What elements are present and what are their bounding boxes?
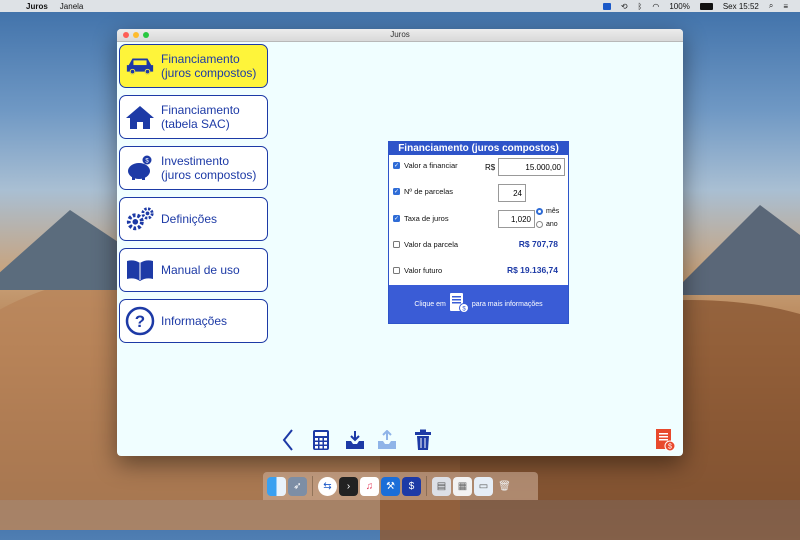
launchpad-icon[interactable]: ➶ (288, 476, 307, 496)
teamviewer-icon[interactable]: ⇆ (318, 476, 337, 496)
menu-window[interactable]: Janela (60, 2, 84, 11)
screenshot-stack-icon[interactable]: ▭ (474, 476, 493, 496)
taxa-input[interactable]: 1,020 (498, 210, 535, 228)
time-machine-icon[interactable]: ⟲ (621, 2, 628, 11)
menu-bar: Juros Janela ⟲ ᛒ ◠ 100% Sex 15:52 ⌕ ≡ (0, 0, 800, 12)
export-button[interactable] (376, 429, 398, 451)
sidebar-item-label: Financiamento (juros compostos) (161, 52, 257, 80)
sidebar-item-financiamento-sac[interactable]: Financiamento (tabela SAC) (119, 95, 268, 139)
search-icon[interactable]: ⌕ (769, 1, 773, 11)
radio-mes-dot (536, 208, 543, 215)
report-document-icon: $ (656, 429, 676, 452)
trash-icon (415, 429, 431, 450)
label-valor-financiar: Valor a financiar (404, 161, 458, 170)
download-tray-icon (346, 431, 364, 449)
label-taxa: Taxa de juros (404, 214, 449, 223)
sidebar-item-definicoes[interactable]: Definições (119, 197, 268, 241)
info-footer[interactable]: Clique em $ para mais informações (389, 285, 568, 323)
row-valor-futuro: Valor futuro (393, 266, 442, 275)
calculator-button[interactable] (310, 429, 332, 451)
radio-mes-label: mês (546, 208, 560, 215)
back-button[interactable] (277, 429, 299, 451)
label-parcelas: Nº de parcelas (404, 187, 454, 196)
trash-dock-icon[interactable]: 🗑 (495, 477, 514, 496)
window-title: Juros (390, 30, 410, 39)
panel-title: Financiamento (juros compostos) (389, 142, 568, 155)
document-stack-icon[interactable]: ▦ (453, 476, 472, 496)
label-valor-futuro: Valor futuro (404, 266, 443, 275)
dock: ➶ ⇆ › ♫ ⚒ $ ▤ ▦ ▭ 🗑 (263, 472, 538, 500)
xcode-icon[interactable]: ⚒ (381, 476, 400, 496)
label-valor-parcela: Valor da parcela (404, 240, 459, 249)
row-valor-parcela: Valor da parcela (393, 240, 458, 249)
finder-icon[interactable] (267, 476, 286, 496)
checkbox-parcelas[interactable]: ✓ (393, 188, 400, 195)
radio-ano[interactable]: ano (536, 221, 558, 228)
svg-text:$: $ (668, 444, 672, 451)
upload-tray-icon (378, 430, 396, 449)
valor-futuro-result: R$ 19.136,74 (506, 265, 558, 275)
svg-text:?: ? (135, 312, 145, 331)
checkbox-valor-parcela[interactable] (393, 241, 400, 248)
currency-prefix: R$ (485, 163, 496, 172)
downloads-stack-icon[interactable]: ▤ (432, 476, 451, 496)
footer-text-before: Clique em (414, 300, 446, 308)
teamviewer-status-icon[interactable] (602, 2, 611, 10)
wifi-icon[interactable]: ◠ (652, 2, 659, 11)
sidebar-item-label: Manual de uso (161, 263, 240, 277)
juros-app-icon[interactable]: $ (402, 476, 421, 496)
sidebar-item-informacoes[interactable]: ? Informações (119, 299, 268, 343)
sidebar-item-investimento[interactable]: $ Investimento (juros compostos) (119, 146, 268, 190)
valor-financiar-input[interactable]: 15.000,00 (498, 158, 565, 176)
app-window: Juros Financiamento (juros compostos) Fin… (117, 29, 683, 456)
title-bar: Juros (117, 29, 683, 42)
valor-parcela-result: R$ 707,78 (518, 239, 558, 249)
parcelas-input[interactable]: 24 (498, 184, 526, 202)
car-icon (125, 51, 155, 81)
checkbox-valor-financiar[interactable]: ✓ (393, 162, 400, 169)
music-icon[interactable]: ♫ (360, 476, 379, 496)
radio-mes[interactable]: mês (536, 208, 559, 215)
bluetooth-icon[interactable]: ᛒ (638, 2, 643, 11)
delete-button[interactable] (412, 429, 434, 451)
book-icon (125, 255, 155, 285)
sidebar-item-label: Investimento (juros compostos) (161, 154, 257, 182)
sidebar-item-label: Definições (161, 212, 218, 226)
financing-panel: Financiamento (juros compostos) ✓ Valor … (388, 141, 569, 324)
menu-app-name[interactable]: Juros (26, 2, 48, 11)
sidebar-item-label: Informações (161, 314, 228, 328)
battery-icon[interactable] (699, 2, 713, 10)
dock-separator (312, 476, 313, 496)
battery-label[interactable]: 100% (669, 2, 689, 11)
sidebar-item-financiamento-juros[interactable]: Financiamento (juros compostos) (119, 44, 268, 88)
house-icon (125, 102, 155, 132)
piggy-bank-icon: $ (125, 153, 155, 183)
control-center-icon[interactable]: ≡ (783, 2, 788, 11)
calculator-icon (313, 430, 329, 450)
radio-ano-label: ano (546, 221, 558, 228)
document-info-icon[interactable]: $ (449, 292, 469, 316)
checkbox-valor-futuro[interactable] (393, 267, 400, 274)
gears-icon (125, 204, 155, 234)
sidebar-item-label: Financiamento (tabela SAC) (161, 103, 240, 131)
terminal-icon[interactable]: › (339, 476, 358, 496)
row-taxa: ✓ Taxa de juros (393, 214, 449, 223)
footer-text-after: para mais informações (471, 300, 543, 308)
row-valor-financiar: ✓ Valor a financiar (393, 161, 458, 170)
clock[interactable]: Sex 15:52 (723, 2, 759, 11)
radio-ano-dot (536, 221, 543, 228)
row-parcelas: ✓ Nº de parcelas (393, 187, 453, 196)
report-button[interactable]: $ (654, 429, 676, 452)
chevron-left-icon (282, 429, 293, 451)
import-button[interactable] (344, 429, 366, 451)
checkbox-taxa[interactable]: ✓ (393, 215, 400, 222)
dock-separator (426, 476, 427, 496)
question-icon: ? (125, 306, 155, 336)
sidebar-item-manual[interactable]: Manual de uso (119, 248, 268, 292)
